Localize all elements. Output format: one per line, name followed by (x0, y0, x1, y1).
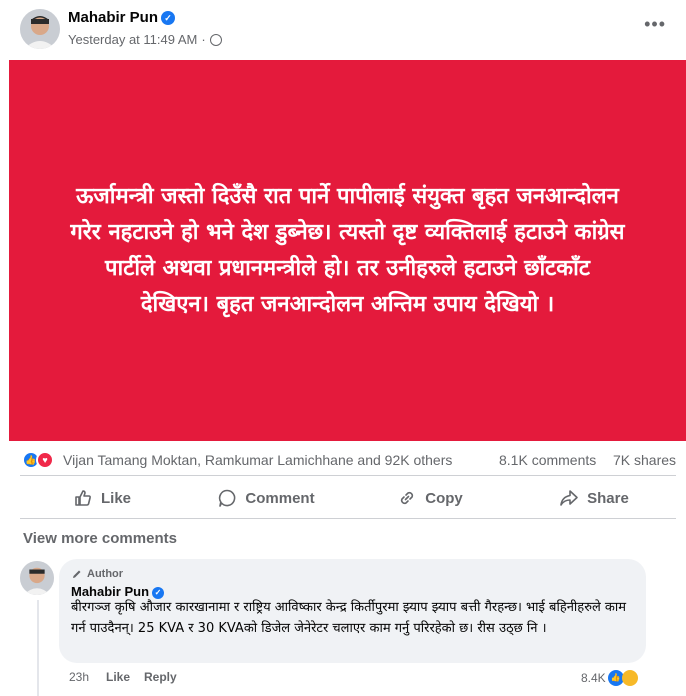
post-text: ऊर्जामन्त्री जस्तो दिउँसै रात पार्ने पाप… (70, 183, 625, 317)
love-reaction-icon: ♥ (36, 451, 54, 469)
comment-time[interactable]: 23h (69, 670, 89, 684)
copy-label: Copy (425, 489, 463, 507)
author-badge-label: Author (87, 568, 124, 580)
comment-reply-button[interactable]: Reply (144, 670, 177, 684)
like-button[interactable]: Like (20, 478, 184, 518)
share-button[interactable]: Share (512, 478, 676, 518)
meta-separator: · (201, 32, 206, 47)
verified-badge-icon: ✓ (161, 11, 176, 25)
author-badge: Author (71, 568, 123, 580)
reaction-icons[interactable]: 👍 ♥ (22, 451, 54, 469)
globe-icon (209, 33, 222, 46)
pen-icon (73, 570, 81, 578)
thread-line (37, 600, 39, 696)
share-icon (560, 490, 578, 506)
view-more-comments-link[interactable]: View more comments (23, 530, 177, 547)
shares-count[interactable]: 7K shares (613, 452, 676, 468)
comment-text: बीरगञ्ज कृषि औजार कारखानामा र राष्ट्रिय … (71, 600, 627, 636)
more-options-button[interactable]: ••• (644, 14, 666, 35)
sad-reaction-icon (621, 670, 638, 686)
author-name[interactable]: Mahabir Pun ✓ (68, 9, 176, 26)
commenter-avatar[interactable] (20, 561, 54, 595)
comment-icon (219, 489, 236, 507)
post-meta: Yesterday at 11:49 AM · (68, 32, 222, 47)
reaction-names[interactable]: Vijan Tamang Moktan, Ramkumar Lamichhane… (63, 452, 452, 468)
link-icon (401, 491, 414, 505)
author-name-text[interactable]: Mahabir Pun (68, 9, 158, 26)
post-header: Mahabir Pun ✓ Yesterday at 11:49 AM · ••• (0, 0, 686, 60)
comments-count[interactable]: 8.1K comments (499, 452, 596, 468)
comment-like-button[interactable]: Like (106, 670, 130, 684)
author-avatar[interactable] (20, 9, 60, 49)
divider (20, 518, 676, 519)
comment-reactions[interactable]: 8.4K 👍 (581, 670, 638, 686)
like-label: Like (100, 489, 131, 507)
post-actions: Like Comment Copy Share (20, 478, 676, 518)
comment-bubble: Author Mahabir Pun ✓ बीरगञ्ज कृषि औजार का… (59, 559, 646, 663)
comment-button[interactable]: Comment (184, 478, 348, 518)
post-timestamp[interactable]: Yesterday at 11:49 AM (68, 32, 197, 47)
comment-label: Comment (245, 489, 315, 507)
post-text-card: ऊर्जामन्त्री जस्तो दिउँसै रात पार्ने पाप… (9, 60, 686, 441)
copy-button[interactable]: Copy (348, 478, 512, 518)
thumbs-up-icon (75, 490, 91, 506)
reactions-summary: 👍 ♥ Vijan Tamang Moktan, Ramkumar Lamich… (20, 448, 680, 472)
comment-reaction-count: 8.4K (581, 671, 606, 685)
divider (20, 475, 676, 476)
share-label: Share (587, 489, 629, 507)
